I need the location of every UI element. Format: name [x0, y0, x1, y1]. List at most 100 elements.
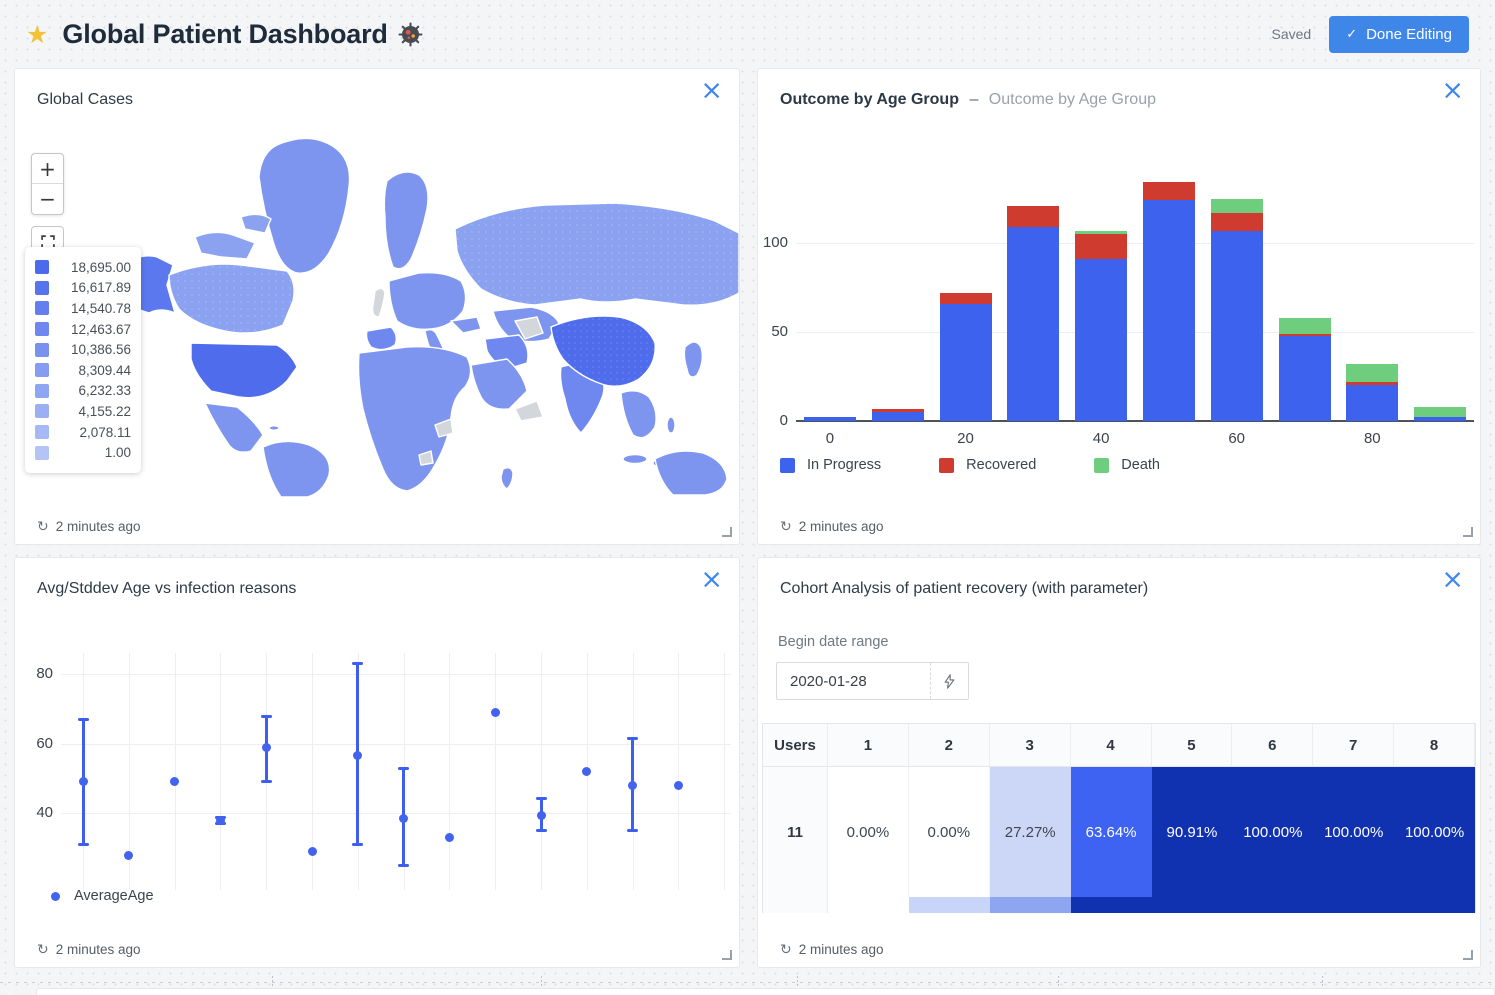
bar-segment-recovered: [1346, 382, 1398, 386]
cohort-partial-cell: [828, 897, 909, 913]
users-cell-partial: [763, 897, 828, 913]
legend-label: Death: [1121, 457, 1160, 473]
bar-segment-death: [1346, 364, 1398, 382]
cohort-grid: Users12345678110.00%0.00%27.27%63.64%90.…: [763, 724, 1475, 913]
error-bar-cap: [78, 843, 89, 846]
map-legend-item: 2,078.11: [35, 422, 131, 443]
error-bar-scatter-chart[interactable]: 406080: [15, 558, 739, 967]
world-map-container[interactable]: + − 18,695.00 16,617.8914,540.78 12,463.67…: [15, 125, 739, 497]
country-caribbean: [269, 426, 279, 430]
country-mexico: [205, 403, 263, 452]
map-legend-value: 12,463.67: [57, 322, 131, 337]
map-legend-value: 8,309.44: [57, 363, 131, 378]
map-legend-item: 12,463.67: [35, 319, 131, 340]
map-legend-item: 16,617.89: [35, 278, 131, 299]
bar-segment-in-progress: [804, 417, 856, 421]
map-legend: 18,695.00 16,617.8914,540.78 12,463.67 10,3…: [25, 247, 141, 473]
map-legend-swatch: [35, 260, 49, 274]
map-legend-swatch: [35, 322, 49, 336]
bar-segment-recovered: [1279, 334, 1331, 336]
country-philippines: [667, 417, 675, 433]
date-value[interactable]: 2020-01-28: [777, 663, 930, 699]
favorite-star-icon[interactable]: ★: [26, 22, 48, 47]
bar-segment-in-progress: [872, 412, 924, 421]
bar-segment-in-progress: [1007, 227, 1059, 421]
date-parameter-input[interactable]: 2020-01-28: [776, 662, 969, 700]
bar-segment-in-progress: [1211, 231, 1263, 421]
country-uk: [373, 288, 385, 317]
column-header: Users: [763, 724, 828, 767]
legend-item[interactable]: Recovered: [939, 457, 1036, 473]
bar-segment-recovered: [1007, 206, 1059, 227]
widget-resize-handle[interactable]: [1463, 527, 1473, 537]
column-header: 7: [1313, 724, 1394, 767]
bar-segment-recovered: [1211, 213, 1263, 231]
legend-item[interactable]: In Progress: [780, 457, 881, 473]
bar-segment-in-progress: [1143, 200, 1195, 421]
widget-resize-handle[interactable]: [722, 950, 732, 960]
cohort-partial-cell: [909, 897, 990, 913]
map-legend-item: 6,232.33: [35, 381, 131, 402]
data-point: [399, 814, 408, 823]
map-legend-value: 1.00: [57, 445, 131, 460]
country-se-asia: [621, 391, 656, 438]
cohort-partial-cell: [1232, 897, 1313, 913]
map-legend-item: 10,386.56: [35, 339, 131, 360]
legend-swatch: [780, 458, 795, 473]
cohort-partial-cell: [1152, 897, 1233, 913]
done-editing-button[interactable]: ✓ Done Editing: [1329, 16, 1469, 53]
column-header: 8: [1394, 724, 1475, 767]
cohort-partial-cell: [990, 897, 1071, 913]
bar-segment-death: [1414, 407, 1466, 418]
column-header: 3: [990, 724, 1071, 767]
map-legend-value: 10,386.56: [57, 342, 131, 357]
y-axis-tick: 100: [758, 234, 788, 251]
cohort-value-cell: 90.91%: [1152, 767, 1233, 897]
country-greenland: [259, 138, 350, 273]
data-point: [537, 811, 546, 820]
map-zoom-in-button[interactable]: +: [32, 154, 63, 184]
x-axis-tick: 40: [1081, 430, 1121, 447]
data-point: [445, 833, 454, 842]
map-legend-swatch: [35, 281, 49, 295]
bar-segment-in-progress: [1279, 336, 1331, 421]
column-header: 1: [828, 724, 909, 767]
country-australia: [655, 451, 727, 495]
refresh-status: ↻ 2 minutes ago: [780, 942, 884, 957]
map-legend-item: 18,695.00: [35, 257, 131, 278]
legend-item[interactable]: Death: [1094, 457, 1160, 473]
column-header: 4: [1071, 724, 1152, 767]
bar-segment-recovered: [1143, 182, 1195, 200]
dashboard-header: ★ Global Patient Dashboard Saved ✓ Done …: [0, 0, 1495, 68]
data-point: [79, 777, 88, 786]
saved-status: Saved: [1271, 26, 1311, 42]
map-zoom-out-button[interactable]: −: [32, 184, 63, 214]
check-icon: ✓: [1346, 27, 1357, 42]
done-editing-label: Done Editing: [1366, 26, 1452, 43]
widget-resize-handle[interactable]: [722, 527, 732, 537]
close-icon[interactable]: ×: [1441, 566, 1464, 593]
bar-segment-in-progress: [1414, 417, 1466, 421]
legend-swatch: [1094, 458, 1109, 473]
bar-segment-recovered: [872, 409, 924, 413]
virus-emoji-icon: [398, 22, 423, 47]
map-legend-value: 4,155.22: [57, 404, 131, 419]
lightning-icon: [944, 674, 955, 689]
map-legend-swatch: [35, 363, 49, 377]
cohort-value-cell: 100.00%: [1232, 767, 1313, 897]
widget-avg-stddev-age: Avg/Stddev Age vs infection reasons × 40…: [14, 557, 740, 968]
map-legend-item: 1.00: [35, 442, 131, 463]
data-point: [491, 708, 500, 717]
close-icon[interactable]: ×: [700, 77, 723, 104]
country-russia: [455, 203, 739, 305]
error-bar-cap: [536, 797, 547, 800]
column-header: 5: [1152, 724, 1233, 767]
error-bar-cap: [536, 829, 547, 832]
map-legend-item: 14,540.78: [35, 298, 131, 319]
map-legend-value: 18,695.00: [57, 260, 131, 275]
apply-parameter-button[interactable]: [930, 663, 968, 699]
error-bar-cap: [398, 864, 409, 867]
widget-resize-handle[interactable]: [1463, 950, 1473, 960]
map-legend-item: 4,155.22: [35, 401, 131, 422]
country-canada-islands2: [241, 214, 271, 233]
